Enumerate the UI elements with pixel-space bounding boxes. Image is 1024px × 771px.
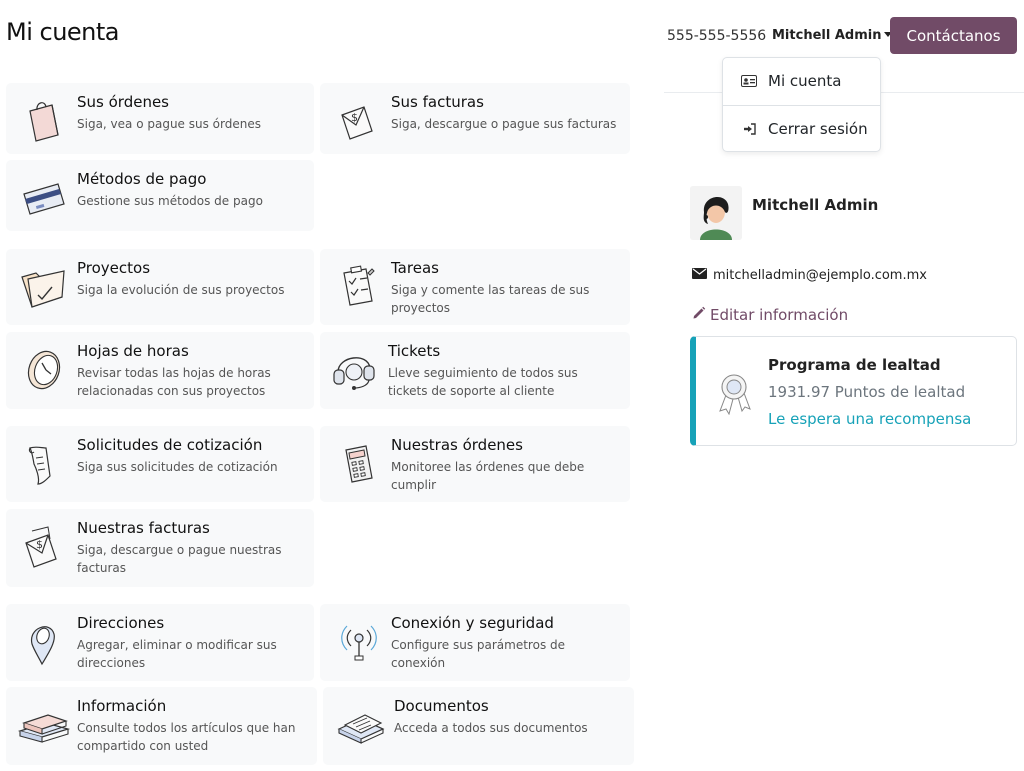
headset-icon: [330, 344, 380, 394]
card-title: Hojas de horas: [77, 342, 189, 360]
card-description: Gestione sus métodos de pago: [77, 194, 263, 208]
card-title: Sus órdenes: [77, 93, 169, 111]
edit-information-label: Editar información: [710, 306, 849, 324]
card-title: Solicitudes de cotización: [77, 436, 263, 454]
card-documentos[interactable]: Documentos Acceda a todos sus documentos: [323, 687, 634, 765]
email-text: mitchelladmin@ejemplo.com.mx: [713, 268, 927, 283]
award-ribbon-icon: [714, 369, 754, 416]
svg-text:$: $: [351, 111, 358, 124]
card-description: Revisar todas las hojas de horas relacio…: [77, 366, 271, 398]
card-title: Sus facturas: [391, 93, 484, 111]
user-email: mitchelladmin@ejemplo.com.mx: [692, 268, 927, 283]
user-menu-toggle[interactable]: Mitchell Admin: [772, 28, 893, 43]
card-description: Siga sus solicitudes de cotización: [77, 460, 278, 474]
svg-text:$: $: [36, 538, 43, 551]
sign-out-icon: [740, 123, 757, 135]
card-description: Lleve seguimiento de todos sus tickets d…: [388, 366, 578, 398]
id-card-icon: [740, 75, 757, 87]
card-title: Proyectos: [77, 259, 151, 277]
card-metodos-de-pago[interactable]: Métodos de pago Gestione sus métodos de p…: [6, 160, 314, 231]
books-icon: [16, 699, 71, 749]
card-direcciones[interactable]: Direcciones Agregar, eliminar o modificar…: [6, 604, 314, 681]
card-title: Direcciones: [77, 614, 165, 632]
loyalty-points: 1931.97 Puntos de lealtad: [768, 383, 966, 401]
invoice-icon: $: [334, 95, 384, 145]
edit-information-link[interactable]: Editar información: [692, 306, 848, 324]
card-sus-ordenes[interactable]: Sus órdenes Siga, vea o pague sus órdenes: [6, 83, 314, 154]
clock-icon: [20, 344, 70, 394]
security-antenna-icon: [334, 616, 384, 666]
card-informacion[interactable]: Información Consulte todos los artículos …: [6, 687, 317, 765]
card-title: Nuestras facturas: [77, 519, 210, 537]
avatar: [690, 186, 742, 240]
menu-item-label: Cerrar sesión: [768, 120, 868, 138]
card-title: Métodos de pago: [77, 170, 207, 188]
shopping-bag-icon: [20, 95, 70, 145]
card-description: Agregar, eliminar o modificar sus direcc…: [77, 638, 277, 670]
card-tareas[interactable]: Tareas Siga y comente las tareas de sus p…: [320, 249, 630, 325]
card-solicitudes-de-cotizacion[interactable]: Solicitudes de cotización Siga sus solici…: [6, 426, 314, 502]
clipboard-tasks-icon: [334, 261, 384, 311]
map-pin-icon: [20, 616, 70, 666]
pencil-icon: [692, 306, 706, 324]
card-description: Configure sus parámetros de conexión: [391, 638, 566, 670]
card-proyectos[interactable]: Proyectos Siga la evolución de sus proyec…: [6, 249, 314, 325]
card-title: Tickets: [388, 342, 441, 360]
user-name-heading: Mitchell Admin: [752, 196, 879, 214]
folder-check-icon: [20, 261, 70, 311]
card-nuestras-ordenes[interactable]: Nuestras órdenes Monitoree las órdenes qu…: [320, 426, 630, 502]
menu-item-logout[interactable]: Cerrar sesión: [723, 106, 880, 152]
card-description: Acceda a todos sus documentos: [394, 721, 588, 735]
documents-icon: [337, 699, 387, 749]
card-sus-facturas[interactable]: $ Sus facturas Siga, descargue o pague su…: [320, 83, 630, 154]
loyalty-reward-link[interactable]: Le espera una recompensa: [768, 410, 971, 428]
card-title: Conexión y seguridad: [391, 614, 554, 632]
loyalty-title: Programa de lealtad: [768, 356, 941, 374]
card-description: Siga, vea o pague sus órdenes: [77, 117, 261, 131]
page-title: Mi cuenta: [6, 18, 120, 46]
card-title: Nuestras órdenes: [391, 436, 523, 454]
contact-button[interactable]: Contáctanos: [890, 17, 1017, 54]
card-description: Siga, descargue o pague nuestras factura…: [77, 543, 282, 575]
menu-item-my-account[interactable]: Mi cuenta: [723, 58, 880, 104]
card-title: Información: [77, 697, 167, 715]
card-description: Monitoree las órdenes que debe cumplir: [391, 460, 585, 492]
loyalty-program-card: Programa de lealtad 1931.97 Puntos de le…: [690, 336, 1017, 446]
card-description: Siga, descargue o pague sus facturas: [391, 117, 617, 131]
user-name: Mitchell Admin: [772, 28, 882, 43]
calculator-icon: [334, 438, 384, 488]
card-title: Documentos: [394, 697, 489, 715]
card-title: Tareas: [391, 259, 439, 277]
scroll-icon: [20, 438, 70, 488]
menu-item-label: Mi cuenta: [768, 72, 842, 90]
card-conexion-y-seguridad[interactable]: Conexión y seguridad Configure sus paráme…: [320, 604, 630, 681]
card-description: Siga y comente las tareas de sus proyect…: [391, 283, 590, 315]
card-nuestras-facturas[interactable]: $ Nuestras facturas Siga, descargue o pag…: [6, 509, 314, 587]
card-hojas-de-horas[interactable]: Hojas de horas Revisar todas las hojas de…: [6, 332, 314, 409]
user-dropdown-menu: Mi cuenta Cerrar sesión: [722, 57, 881, 152]
phone-number: 555-555-5556: [667, 28, 767, 44]
card-description: Consulte todos los artículos que han com…: [77, 721, 296, 753]
card-tickets[interactable]: Tickets Lleve seguimiento de todos sus ti…: [320, 332, 630, 409]
envelope-invoice-icon: $: [20, 521, 70, 571]
card-description: Siga la evolución de sus proyectos: [77, 283, 285, 297]
envelope-icon: [692, 268, 707, 283]
credit-card-icon: [20, 172, 70, 222]
